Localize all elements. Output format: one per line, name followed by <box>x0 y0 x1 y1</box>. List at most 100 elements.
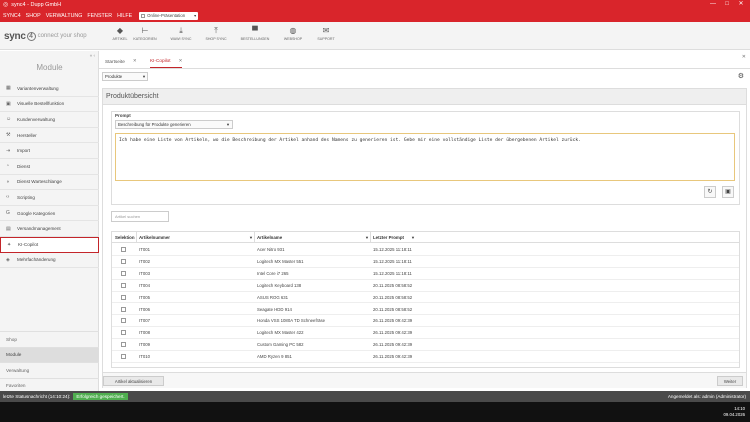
row-checkbox[interactable] <box>121 342 126 348</box>
cell-artikelname: Seagate HDD 914 <box>257 306 292 312</box>
collapse-sidebar-button[interactable]: « ‹ <box>90 53 95 58</box>
menu-shop[interactable]: SHOP <box>26 13 41 19</box>
toolbar-label: WAWI SYNC <box>170 37 192 41</box>
user-icon: ☺ <box>6 116 12 123</box>
table-row[interactable]: IT007 Honda VSS 1080A TD Schneefräse 26.… <box>112 315 739 328</box>
sidebar-item-label: Kundenverwaltung <box>17 116 56 122</box>
panel-footer: Artikel aktualisieren Weiter <box>103 372 746 388</box>
table-row[interactable]: IT008 Logitech MX Master 422 26.11.2025 … <box>112 327 739 340</box>
sidebar-item-google-kategorien[interactable]: G Google Kategorien <box>0 206 99 222</box>
toolbar-wawi-sync-button[interactable]: ⤓ WAWI SYNC <box>164 25 198 47</box>
row-checkbox[interactable] <box>121 294 126 300</box>
mail-icon: ✉ <box>322 26 330 35</box>
toolbar-support-button[interactable]: ✉ SUPPORT <box>309 25 343 47</box>
cell-letzter-prompt: 26.11.2025 09:42:39 <box>373 354 413 360</box>
sidebar-group-module[interactable]: Module <box>0 346 99 362</box>
column-artikelnummer[interactable]: Artikelnummer <box>139 232 170 243</box>
refresh-button[interactable]: ↻ <box>704 186 716 198</box>
next-button[interactable]: Weiter <box>717 376 743 386</box>
sidebar-item-label: Mehrfachänderung <box>17 257 56 263</box>
table-row[interactable]: IT001 Acer Nitro 931 15.12.2025 11:18:11 <box>112 244 739 256</box>
filter-icon[interactable]: ▼ <box>365 232 369 243</box>
menu-fenster[interactable]: FENSTER <box>87 13 112 19</box>
row-checkbox[interactable] <box>121 258 126 264</box>
tab-startseite[interactable]: Startseite ✕ <box>105 54 137 68</box>
sidebar-item-import[interactable]: ⇥ Import <box>0 143 99 159</box>
toolbar: sync 4 connect your shop ◆ ARTIKEL ⊢ KAT… <box>0 22 750 50</box>
filter-icon[interactable]: ▼ <box>249 232 253 243</box>
toolbar-kategorien-button[interactable]: ⊢ KATEGORIEN <box>128 25 162 47</box>
toolbar-webshop-button[interactable]: ◍ WEBSHOP <box>276 25 310 47</box>
sidebar-item-visuelle-bestellfunktion[interactable]: ▣ Visuelle Bestellfunktion <box>0 97 99 113</box>
shop-select[interactable]: Online-Präsentation ▾ <box>139 11 199 20</box>
view-select[interactable]: Produkte ▾ <box>102 72 148 81</box>
row-checkbox[interactable] <box>121 318 126 324</box>
cell-artikelnummer: IT008 <box>139 330 150 336</box>
column-letzter-prompt[interactable]: Letzter Prompt <box>373 232 404 243</box>
minimize-button[interactable]: — <box>706 0 720 9</box>
table-row[interactable]: IT010 AMD Ryzen 9 851 26.11.2025 09:42:3… <box>112 351 739 363</box>
table-row[interactable]: IT005 ASUS ROG 631 20.11.2025 08:58:52 <box>112 292 739 304</box>
sidebar-item-mehrfachaenderung[interactable]: ◈ Mehrfachänderung <box>0 253 99 269</box>
sidebar-group-verwaltung[interactable]: Verwaltung <box>0 362 99 378</box>
status-label: letzte Statusnachricht (14:10:24): <box>3 394 71 399</box>
search-input[interactable]: Artikel suchen <box>111 211 169 222</box>
menu-sync4[interactable]: SYNC4 <box>3 13 21 19</box>
toolbar-bestellungen-button[interactable]: ▀ BESTELLUNGEN <box>238 25 272 47</box>
close-all-tabs-icon[interactable]: ✕ <box>742 54 746 60</box>
table-row[interactable]: IT009 Custom Gaming PC 582 26.11.2025 09… <box>112 339 739 352</box>
gear-icon[interactable]: ⚙ <box>738 72 744 80</box>
cell-artikelname: AMD Ryzen 9 851 <box>257 354 292 360</box>
sidebar-item-label: Dienst Warteschlange <box>17 179 62 185</box>
sidebar-item-dienst-warteschlange[interactable]: ◑ Dienst Warteschlange <box>0 175 99 191</box>
column-selektion[interactable]: Selektion <box>115 232 135 243</box>
row-checkbox[interactable] <box>121 247 126 252</box>
system-clock[interactable]: 14:10 09.04.2026 <box>723 406 745 418</box>
sidebar-item-kundenverwaltung[interactable]: ☺ Kundenverwaltung <box>0 112 99 128</box>
sidebar-item-dienst[interactable]: ◔ Dienst <box>0 159 99 175</box>
shop-icon <box>141 13 146 18</box>
table-row[interactable]: IT002 Logitech MX Master 551 15.12.2025 … <box>112 256 739 268</box>
image-icon: ▣ <box>6 100 11 107</box>
table-row[interactable]: IT006 Seagate HDD 914 20.11.2025 08:58:5… <box>112 304 739 316</box>
toolbar-label: SHOP SYNC <box>205 37 227 41</box>
cell-artikelname: Honda VSS 1080A TD Schneefräse <box>257 318 325 324</box>
close-tab-icon[interactable]: ✕ <box>179 58 183 64</box>
cell-letzter-prompt: 20.11.2025 08:58:52 <box>373 294 413 300</box>
save-prompt-button[interactable]: ▣ <box>722 186 734 198</box>
cell-artikelnummer: IT004 <box>139 282 150 288</box>
logo-text: sync <box>4 30 26 42</box>
column-artikelname[interactable]: Artikelname <box>257 232 282 243</box>
update-articles-button[interactable]: Artikel aktualisieren <box>103 376 164 386</box>
cell-letzter-prompt: 26.11.2025 09:42:39 <box>373 318 413 324</box>
sidebar-item-scripting[interactable]: ‹› Scripting <box>0 190 99 206</box>
sidebar-item-hersteller[interactable]: ⚒ Hersteller <box>0 128 99 144</box>
filter-icon[interactable]: ▼ <box>411 232 415 243</box>
import-icon: ⇥ <box>6 147 11 154</box>
close-window-button[interactable]: ✕ <box>734 0 748 9</box>
prompt-select[interactable]: Beschreibung für Produkte generieren ▾ <box>115 120 233 129</box>
row-checkbox[interactable] <box>121 306 126 312</box>
table-row[interactable]: IT004 Logitech Keyboard 138 20.11.2025 0… <box>112 280 739 292</box>
sidebar-group-shop[interactable]: Shop <box>0 331 99 347</box>
sidebar-item-ki-copilot[interactable]: ✦ KI-Copilot <box>0 236 99 253</box>
tab-ki-copilot[interactable]: KI-Copilot ✕ <box>150 54 183 68</box>
menu-hilfe[interactable]: HILFE <box>117 13 132 19</box>
product-panel: Produktübersicht Prompt Beschreibung für… <box>102 88 747 388</box>
cell-artikelnummer: IT001 <box>139 247 150 252</box>
row-checkbox[interactable] <box>121 282 126 288</box>
row-checkbox[interactable] <box>121 330 126 336</box>
cell-artikelnummer: IT005 <box>139 294 150 300</box>
sidebar-item-variantenverwaltung[interactable]: ▦ Variantenverwaltung <box>0 81 99 97</box>
toolbar-shop-sync-button[interactable]: ⤒ SHOP SYNC <box>199 25 233 47</box>
maximize-button[interactable]: □ <box>720 0 734 9</box>
save-icon: ▣ <box>725 189 731 195</box>
row-checkbox[interactable] <box>121 354 126 360</box>
row-checkbox[interactable] <box>121 270 126 276</box>
sidebar-item-versandmanagement[interactable]: ▤ Versandmanagement <box>0 221 99 237</box>
toolbar-label: BESTELLUNGEN <box>240 37 270 41</box>
close-tab-icon[interactable]: ✕ <box>133 58 137 64</box>
menu-verwaltung[interactable]: VERWALTUNG <box>46 13 83 19</box>
prompt-textarea[interactable]: Ich habe eine Liste von Artikeln, wo die… <box>115 133 735 181</box>
table-row[interactable]: IT003 Intel Core i7 265 15.12.2025 11:18… <box>112 268 739 280</box>
